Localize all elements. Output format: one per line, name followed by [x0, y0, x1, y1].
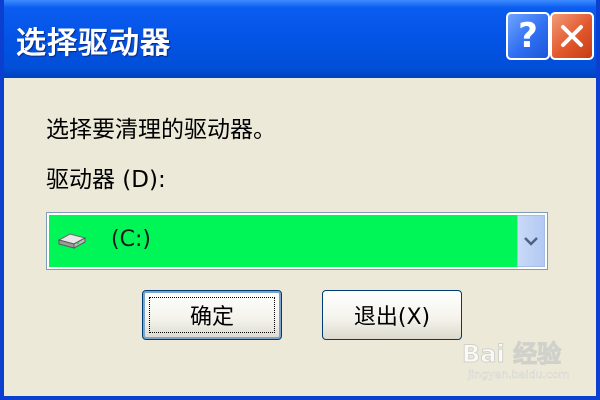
watermark-url: jingyan.baidu.com	[468, 368, 570, 382]
watermark-text: Bai 经验	[461, 340, 562, 369]
dialog-window: 选择驱动器 ? 选择要清理的驱动器。 驱动器 (D): (C:) 确定 退出(X…	[0, 0, 600, 400]
help-icon: ?	[518, 16, 538, 56]
window-title: 选择驱动器	[16, 26, 171, 61]
drive-select-text: (C:)	[111, 227, 151, 252]
chevron-down-icon	[524, 237, 538, 246]
close-button[interactable]	[550, 12, 594, 60]
hard-drive-icon	[57, 233, 87, 249]
instruction-text: 选择要清理的驱动器。	[46, 117, 276, 143]
exit-button-label: 退出(X)	[353, 305, 431, 330]
title-bar[interactable]: 选择驱动器 ?	[4, 0, 596, 78]
dropdown-button[interactable]	[517, 215, 545, 267]
close-icon	[561, 25, 583, 47]
ok-button[interactable]: 确定	[142, 290, 282, 340]
exit-button[interactable]: 退出(X)	[322, 290, 462, 340]
drive-label: 驱动器 (D):	[46, 167, 166, 193]
baidu-watermark: Bai 经验 jingyan.baidu.com	[460, 330, 596, 390]
drive-select[interactable]: (C:)	[46, 212, 548, 270]
drive-select-value[interactable]: (C:)	[49, 215, 517, 267]
ok-button-label: 确定	[189, 305, 234, 330]
help-button[interactable]: ?	[506, 12, 550, 60]
